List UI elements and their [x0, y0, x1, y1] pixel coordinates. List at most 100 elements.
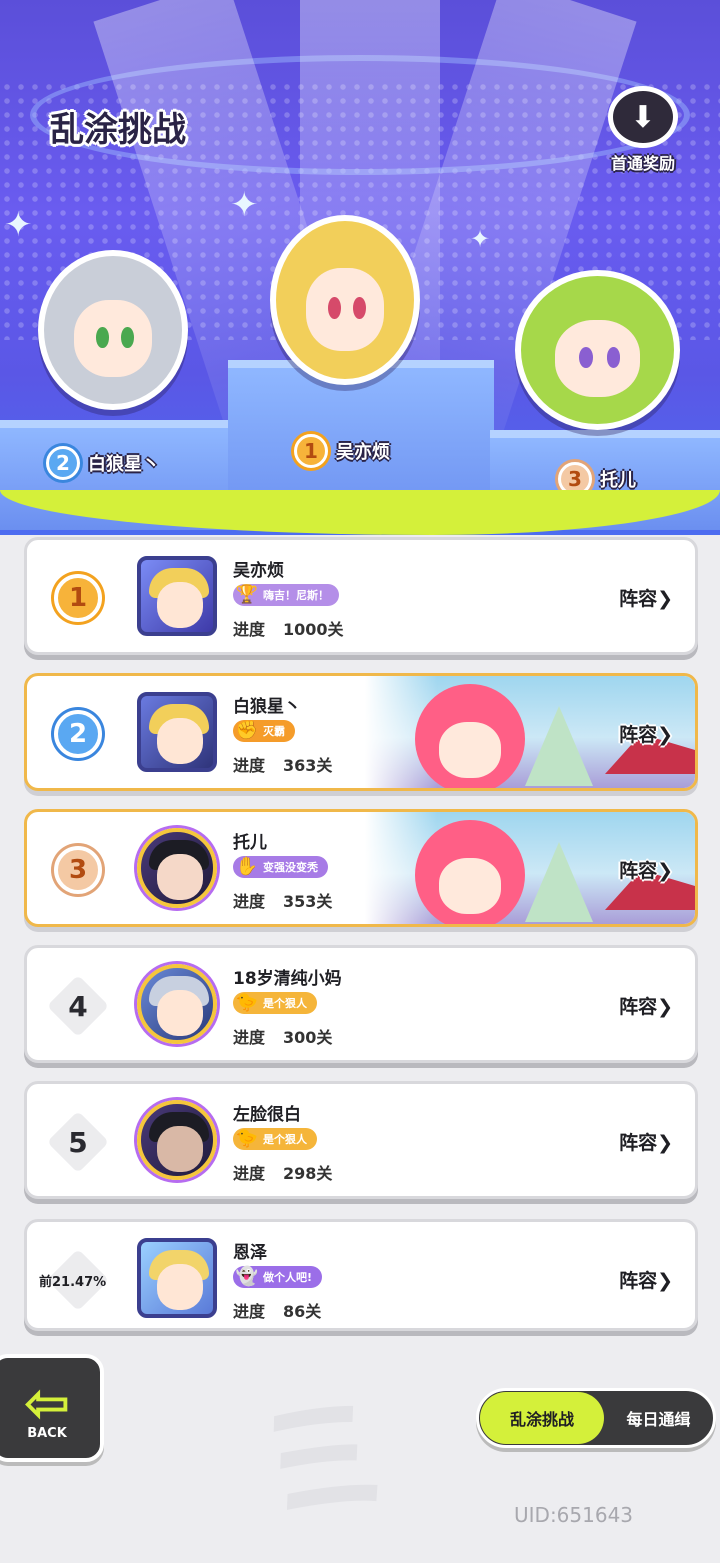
lineup-label: 阵容: [619, 996, 658, 1018]
avatar[interactable]: [137, 692, 217, 772]
player-name: 左脸很白: [233, 1105, 301, 1125]
rank-badge: 2: [46, 446, 80, 480]
avatar-face: [157, 854, 203, 900]
podium-player-name: 白狼星丶: [88, 454, 160, 475]
avatar[interactable]: [137, 828, 217, 908]
character-eye: [579, 347, 593, 368]
rank-number: 1: [54, 574, 102, 622]
hero-figure: [415, 820, 525, 924]
podium-character-3[interactable]: [515, 270, 680, 430]
podium-header: ✦ ✦ ✦ 2 白狼星丶 1 吴亦烦 3 托儿: [0, 0, 720, 535]
sparkle-icon: ✦: [230, 185, 259, 225]
character-eye: [353, 296, 366, 319]
character-eye: [121, 327, 134, 348]
podium-player-name: 吴亦烦: [336, 442, 390, 463]
player-name: 白狼星丶: [233, 697, 301, 717]
ranking-row[interactable]: 3 托儿 ✋ 变强没变秃 进度 353关 阵容❯: [24, 809, 698, 927]
player-name: 托儿: [233, 833, 267, 853]
podium-player-name: 托儿: [600, 470, 636, 491]
rank-number: 2: [54, 710, 102, 758]
rank-badge: 5: [46, 1110, 110, 1174]
ranking-row[interactable]: 4 18岁清纯小妈 🐤 是个狠人 进度 300关 阵容❯: [24, 945, 698, 1063]
rank-number: 4: [68, 989, 88, 1023]
ranking-row[interactable]: 1 吴亦烦 🏆 嗨吉！尼斯！ 进度 1000关 阵容❯: [24, 537, 698, 655]
avatar[interactable]: [137, 964, 217, 1044]
rank-badge: 4: [46, 974, 110, 1038]
progress-value: 300关: [283, 1028, 333, 1047]
ranking-row[interactable]: 2 白狼星丶 ✊ 灭霸 进度 363关 阵容❯: [24, 673, 698, 791]
progress-value: 86关: [283, 1302, 322, 1321]
chevron-right-icon: ❯: [657, 724, 673, 746]
lineup-label: 阵容: [619, 1270, 658, 1292]
hero-figure: [415, 684, 525, 788]
progress: 进度 300关: [233, 1024, 332, 1048]
avatar[interactable]: [137, 556, 217, 636]
rank-badge: 前21.47%: [39, 1248, 110, 1312]
progress: 进度 353关: [233, 888, 332, 912]
player-title-tag: ✋ 变强没变秃: [233, 856, 328, 878]
chick-icon: 🐤: [235, 991, 259, 1013]
lineup-button[interactable]: 阵容❯: [619, 1128, 673, 1155]
avatar[interactable]: [137, 1100, 217, 1180]
progress-label: 进度: [233, 1302, 266, 1321]
player-title: 做个人吧!: [263, 1271, 313, 1284]
progress-label: 进度: [233, 756, 266, 775]
player-name: 吴亦烦: [233, 561, 284, 581]
chevron-right-icon: ❯: [657, 588, 673, 610]
lineup-label: 阵容: [619, 860, 658, 882]
player-title: 是个狠人: [263, 1133, 307, 1146]
character-eye: [96, 327, 109, 348]
player-title: 变强没变秃: [263, 861, 318, 874]
progress-label: 进度: [233, 1164, 266, 1183]
lineup-button[interactable]: 阵容❯: [619, 1266, 673, 1293]
tree-shape: [525, 842, 593, 922]
progress-label: 进度: [233, 892, 266, 911]
first-clear-reward-button[interactable]: ⬇ 首通奖励: [598, 86, 688, 180]
rank-number: 5: [68, 1125, 88, 1159]
lineup-button[interactable]: 阵容❯: [619, 584, 673, 611]
sparkle-icon: ✦: [470, 225, 491, 253]
sparkle-icon: ✦: [4, 205, 33, 245]
player-title-tag: 🏆 嗨吉！尼斯！: [233, 584, 339, 606]
podium-character-2[interactable]: [38, 250, 188, 410]
lineup-label: 阵容: [619, 724, 658, 746]
user-id: UID:651643: [514, 1503, 634, 1527]
tab-doodle-challenge[interactable]: 乱涂挑战: [480, 1392, 604, 1444]
back-label: BACK: [27, 1425, 67, 1441]
ranking-row-self[interactable]: 前21.47% 恩泽 👻 做个人吧! 进度 86关 阵容❯: [24, 1219, 698, 1331]
rank-badge: 3: [49, 843, 107, 897]
character-eye: [328, 296, 341, 319]
rank-badge: 1: [49, 571, 107, 625]
hand-icon: ✋: [235, 855, 259, 877]
avatar-face: [157, 582, 203, 628]
player-title: 灭霸: [263, 725, 285, 738]
character-face: [74, 300, 152, 378]
lineup-button[interactable]: 阵容❯: [619, 720, 673, 747]
player-name: 18岁清纯小妈: [233, 969, 342, 989]
player-title-tag: 🐤 是个狠人: [233, 1128, 317, 1150]
player-title: 嗨吉！尼斯！: [263, 589, 329, 602]
progress-value: 298关: [283, 1164, 333, 1183]
chick-icon: 🐤: [235, 1127, 259, 1149]
tree-shape: [525, 706, 593, 786]
avatar-face: [157, 1264, 203, 1310]
back-button[interactable]: ⇦ BACK: [0, 1354, 104, 1462]
lineup-button[interactable]: 阵容❯: [619, 992, 673, 1019]
rank-badge: 2: [49, 707, 107, 761]
tab-daily-wanted[interactable]: 每日通缉: [604, 1406, 713, 1430]
rank-percentile: 前21.47%: [39, 1274, 107, 1290]
character-face: [306, 268, 384, 351]
fist-icon: ✊: [235, 719, 259, 741]
avatar[interactable]: [137, 1238, 217, 1318]
player-title-tag: 👻 做个人吧!: [233, 1266, 323, 1288]
chevron-right-icon: ❯: [657, 996, 673, 1018]
progress: 进度 86关: [233, 1298, 321, 1322]
progress-value: 363关: [283, 756, 333, 775]
player-name: 恩泽: [233, 1243, 267, 1263]
ghost-icon: 👻: [235, 1265, 259, 1287]
progress: 进度 298关: [233, 1160, 332, 1184]
ranking-row[interactable]: 5 左脸很白 🐤 是个狠人 进度 298关 阵容❯: [24, 1081, 698, 1199]
lineup-button[interactable]: 阵容❯: [619, 856, 673, 883]
character-face: [554, 320, 641, 398]
podium-character-1[interactable]: [270, 215, 420, 385]
